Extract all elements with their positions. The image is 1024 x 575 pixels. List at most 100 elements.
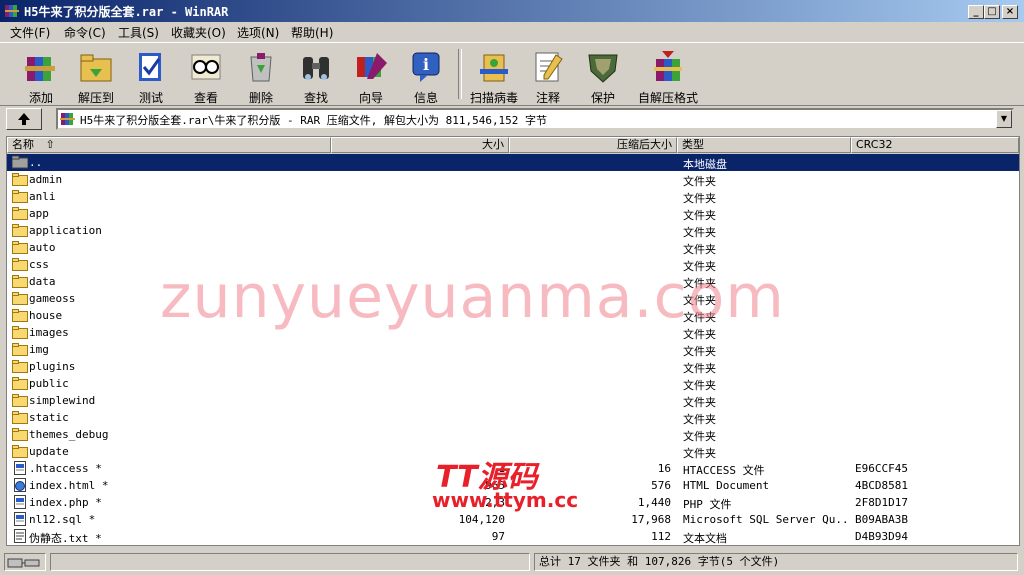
menu-help[interactable]: 帮助(H) bbox=[291, 24, 333, 41]
file-name: house bbox=[29, 309, 63, 322]
file-type: PHP 文件 bbox=[683, 498, 732, 511]
add-button[interactable]: 添加 bbox=[13, 47, 69, 105]
file-row[interactable]: index.html * 965 576 HTML Document 4BCD8581 bbox=[7, 477, 1019, 494]
file-row[interactable]: static 文件夹 bbox=[7, 409, 1019, 426]
file-size: 97 bbox=[491, 530, 505, 543]
folder-icon bbox=[12, 274, 28, 288]
file-name: css bbox=[29, 258, 49, 271]
file-row[interactable]: nl12.sql * 104,120 17,968 Microsoft SQL Ser… bbox=[7, 511, 1019, 528]
minimize-button[interactable]: _ bbox=[968, 5, 984, 19]
close-button[interactable]: × bbox=[1002, 5, 1018, 19]
column-packed[interactable]: 压缩后大小 bbox=[509, 137, 677, 153]
file-row[interactable]: img 文件夹 bbox=[7, 341, 1019, 358]
file-type: 文件夹 bbox=[683, 209, 716, 222]
file-row[interactable]: app 文件夹 bbox=[7, 205, 1019, 222]
file-type: 文件夹 bbox=[683, 277, 716, 290]
chevron-down-icon[interactable]: ▼ bbox=[996, 110, 1012, 128]
menu-tools[interactable]: 工具(S) bbox=[118, 24, 159, 41]
file-crc: E96CCF45 bbox=[855, 462, 908, 475]
file-name: 伪静态.txt * bbox=[29, 532, 102, 545]
file-rows: .. 本地磁盘 admin 文件夹 anli 文件夹 app 文件夹 application 文件… bbox=[7, 154, 1019, 545]
extract-to-button[interactable]: 解压到 bbox=[68, 47, 124, 105]
menu-file[interactable]: 文件(F) bbox=[10, 24, 50, 41]
file-row[interactable]: themes_debug 文件夹 bbox=[7, 426, 1019, 443]
file-name: data bbox=[29, 275, 56, 288]
view-button[interactable]: 查看 bbox=[178, 47, 234, 105]
menu-commands[interactable]: 命令(C) bbox=[64, 24, 106, 41]
file-row[interactable]: admin 文件夹 bbox=[7, 171, 1019, 188]
file-row[interactable]: css 文件夹 bbox=[7, 256, 1019, 273]
folder-icon bbox=[12, 393, 28, 407]
file-row[interactable]: house 文件夹 bbox=[7, 307, 1019, 324]
file-row[interactable]: 伪静态.txt * 97 112 文本文档 D4B93D94 bbox=[7, 528, 1019, 545]
info-button[interactable]: i 信息 bbox=[398, 47, 454, 105]
protect-button[interactable]: 保护 bbox=[575, 47, 631, 105]
file-size: 965 bbox=[485, 479, 505, 492]
file-packed-size: 16 bbox=[657, 462, 671, 475]
file-crc: 2F8D1D17 bbox=[855, 496, 908, 509]
status-selection bbox=[50, 553, 530, 571]
path-bar: H5牛来了积分版全套.rar\牛来了积分版 - RAR 压缩文件, 解包大小为 … bbox=[0, 106, 1024, 132]
file-row[interactable]: gameoss 文件夹 bbox=[7, 290, 1019, 307]
comment-button[interactable]: 注释 bbox=[520, 47, 576, 105]
folder-icon bbox=[12, 427, 28, 441]
comment-icon bbox=[535, 52, 563, 82]
column-name[interactable]: 名称 ⇧ bbox=[7, 137, 331, 153]
file-row[interactable]: .htaccess * 1 16 HTACCESS 文件 E96CCF45 bbox=[7, 460, 1019, 477]
maximize-button[interactable]: □ bbox=[984, 5, 1000, 19]
info-label: 信息 bbox=[413, 91, 438, 105]
menu-favorites[interactable]: 收藏夹(O) bbox=[171, 24, 226, 41]
up-folder-button[interactable] bbox=[6, 108, 42, 130]
file-row[interactable]: index.php * 2,3 1,440 PHP 文件 2F8D1D17 bbox=[7, 494, 1019, 511]
winrar-app-icon bbox=[5, 5, 19, 17]
file-type: 本地磁盘 bbox=[683, 158, 727, 171]
file-row[interactable]: .. 本地磁盘 bbox=[7, 154, 1019, 171]
file-icon bbox=[12, 495, 28, 509]
file-row[interactable]: auto 文件夹 bbox=[7, 239, 1019, 256]
protect-label: 保护 bbox=[590, 91, 615, 105]
file-size: 1 bbox=[498, 462, 505, 475]
file-row[interactable]: data 文件夹 bbox=[7, 273, 1019, 290]
file-type: 文件夹 bbox=[683, 175, 716, 188]
column-crc[interactable]: CRC32 bbox=[851, 137, 1019, 153]
test-label: 测试 bbox=[138, 91, 163, 105]
title-bar[interactable]: H5牛来了积分版全套.rar - WinRAR _ □ × bbox=[0, 0, 1024, 22]
file-name: nl12.sql * bbox=[29, 513, 96, 526]
toolbar: 添加 解压到 测试 查看 删除 查找 向导 i 信息 扫描病毒 注释 保护 自解… bbox=[0, 42, 1024, 106]
wizard-button[interactable]: 向导 bbox=[343, 47, 399, 105]
delete-button[interactable]: 删除 bbox=[233, 47, 289, 105]
virus-scan-button[interactable]: 扫描病毒 bbox=[463, 47, 525, 105]
comment-label: 注释 bbox=[535, 91, 560, 105]
column-headers: 名称 ⇧ 大小 压缩后大小 类型 CRC32 bbox=[7, 137, 1019, 154]
file-row[interactable]: simplewind 文件夹 bbox=[7, 392, 1019, 409]
wizard-label: 向导 bbox=[358, 91, 383, 105]
file-icon bbox=[12, 512, 28, 526]
file-row[interactable]: images 文件夹 bbox=[7, 324, 1019, 341]
path-combo[interactable]: H5牛来了积分版全套.rar\牛来了积分版 - RAR 压缩文件, 解包大小为 … bbox=[56, 108, 1014, 130]
file-type: 文件夹 bbox=[683, 345, 716, 358]
file-name: update bbox=[29, 445, 69, 458]
file-type: HTACCESS 文件 bbox=[683, 464, 765, 477]
find-button[interactable]: 查找 bbox=[288, 47, 344, 105]
drive-indicator[interactable] bbox=[4, 553, 46, 571]
sfx-button[interactable]: 自解压格式 bbox=[630, 47, 706, 105]
file-row[interactable]: plugins 文件夹 bbox=[7, 358, 1019, 375]
file-row[interactable]: public 文件夹 bbox=[7, 375, 1019, 392]
file-row[interactable]: update 文件夹 bbox=[7, 443, 1019, 460]
toolbar-separator bbox=[458, 49, 462, 99]
file-type: 文件夹 bbox=[683, 294, 716, 307]
file-name: .htaccess * bbox=[29, 462, 102, 475]
file-row[interactable]: application 文件夹 bbox=[7, 222, 1019, 239]
test-button[interactable]: 测试 bbox=[123, 47, 179, 105]
file-packed-size: 1,440 bbox=[637, 496, 671, 509]
column-size[interactable]: 大小 bbox=[331, 137, 509, 153]
column-type[interactable]: 类型 bbox=[677, 137, 851, 153]
file-row[interactable]: anli 文件夹 bbox=[7, 188, 1019, 205]
info-icon: i bbox=[412, 52, 440, 82]
file-list[interactable]: 名称 ⇧ 大小 压缩后大小 类型 CRC32 .. 本地磁盘 admin 文件夹 anl… bbox=[6, 136, 1020, 546]
menu-options[interactable]: 选项(N) bbox=[237, 24, 279, 41]
path-text: H5牛来了积分版全套.rar\牛来了积分版 - RAR 压缩文件, 解包大小为 … bbox=[80, 114, 548, 127]
file-name: .. bbox=[29, 156, 43, 169]
file-type: 文件夹 bbox=[683, 379, 716, 392]
books-add-icon bbox=[25, 57, 55, 81]
